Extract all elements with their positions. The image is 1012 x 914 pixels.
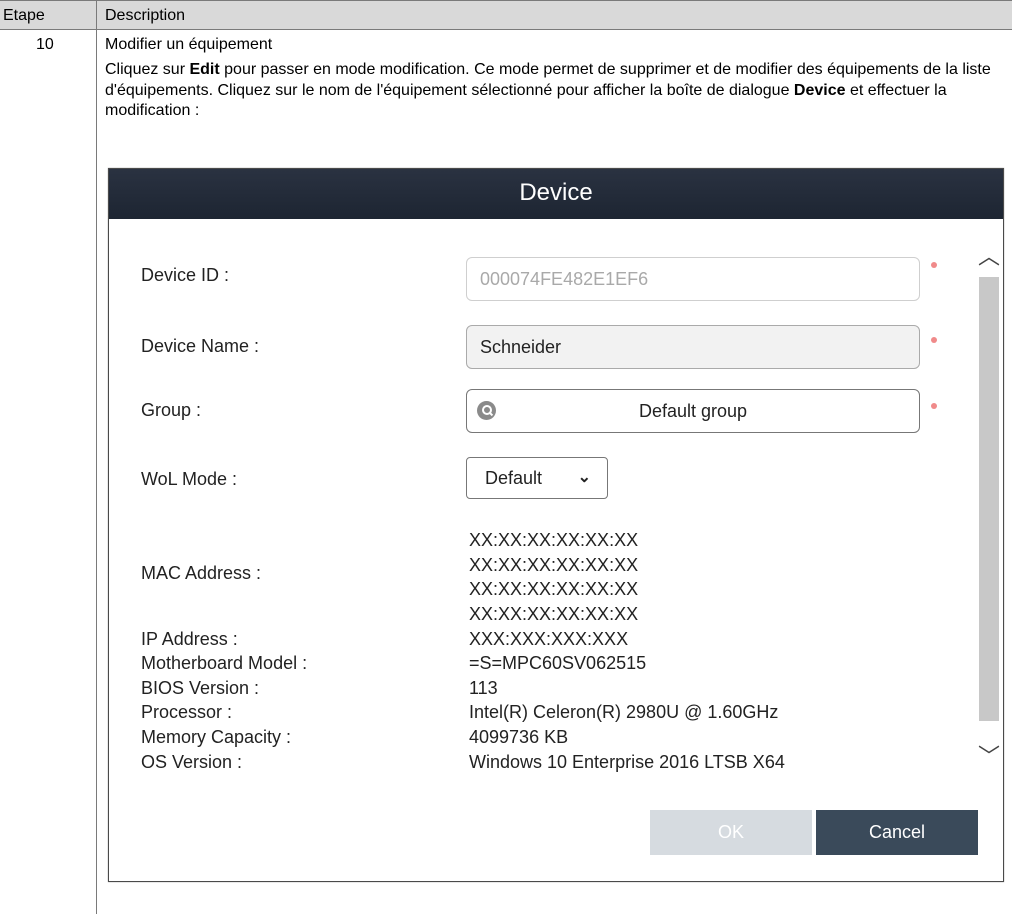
step-number: 10 [36,36,54,53]
procedure-table: Etape Description 10 Modifier un équipem… [0,0,1012,914]
group-field[interactable]: Default group [466,389,920,433]
processor-value: Intel(R) Celeron(R) 2980U @ 1.60GHz [469,702,779,722]
device-id-label: Device ID : [141,265,230,285]
ip-address-label: IP Address : [141,629,238,649]
wol-mode-label: WoL Mode : [141,469,238,489]
bios-value: 113 [469,678,498,698]
required-indicator [931,337,937,343]
required-indicator [931,403,937,409]
wol-mode-value: Default [485,468,543,488]
device-keyword: Device [793,81,846,99]
bios-label: BIOS Version : [141,678,260,698]
ip-address-value: XXX:XXX:XXX:XXX [469,629,629,649]
memory-value: 4099736 KB [469,727,569,747]
chevron-up-icon[interactable]: ︿ [977,245,1001,269]
step-instructions: Cliquez sur Edit pour passer en mode mod… [105,60,1010,122]
step-title: Modifier un équipement [105,36,273,53]
motherboard-label: Motherboard Model : [141,653,308,673]
group-value: Default group [638,401,748,421]
cancel-button[interactable]: Cancel [816,810,978,855]
device-id-field: 000074FE482E1EF6 [466,257,920,301]
header-step: Etape [3,7,45,24]
column-divider [96,0,97,914]
memory-label: Memory Capacity : [141,727,292,747]
os-version-label: OS Version : [141,752,243,772]
required-indicator [931,262,937,268]
instruction-text: Cliquez sur [105,61,190,78]
double-chevron-down-icon: ⌄ [577,469,591,486]
mac-address-values: XX:XX:XX:XX:XX:XX XX:XX:XX:XX:XX:XX XX:X… [469,528,638,626]
edit-keyword: Edit [189,61,220,78]
header-description: Description [105,7,186,24]
device-name-field[interactable]: Schneider [466,325,920,369]
group-label: Group : [141,400,202,420]
mac-address-line: XX:XX:XX:XX:XX:XX [469,579,639,599]
ok-button[interactable]: OK [650,810,812,855]
mac-address-label: MAC Address : [141,563,262,583]
device-name-label: Device Name : [141,336,260,356]
device-dialog: Device Device ID : 000074FE482E1EF6 Devi… [108,168,1004,882]
scrollbar[interactable] [979,277,999,721]
table-header-row: Etape Description [0,0,1012,30]
dialog-title: Device [109,169,1003,219]
processor-label: Processor : [141,702,233,722]
mac-address-line: XX:XX:XX:XX:XX:XX [469,530,639,550]
motherboard-value: =S=MPC60SV062515 [469,653,647,673]
mac-address-line: XX:XX:XX:XX:XX:XX [469,554,639,575]
os-version-value: Windows 10 Enterprise 2016 LTSB X64 [469,752,785,772]
wol-mode-select[interactable]: Default ⌄ [466,457,608,499]
mac-address-line: XX:XX:XX:XX:XX:XX [469,603,639,624]
chevron-down-icon[interactable]: ﹀ [977,745,1001,769]
